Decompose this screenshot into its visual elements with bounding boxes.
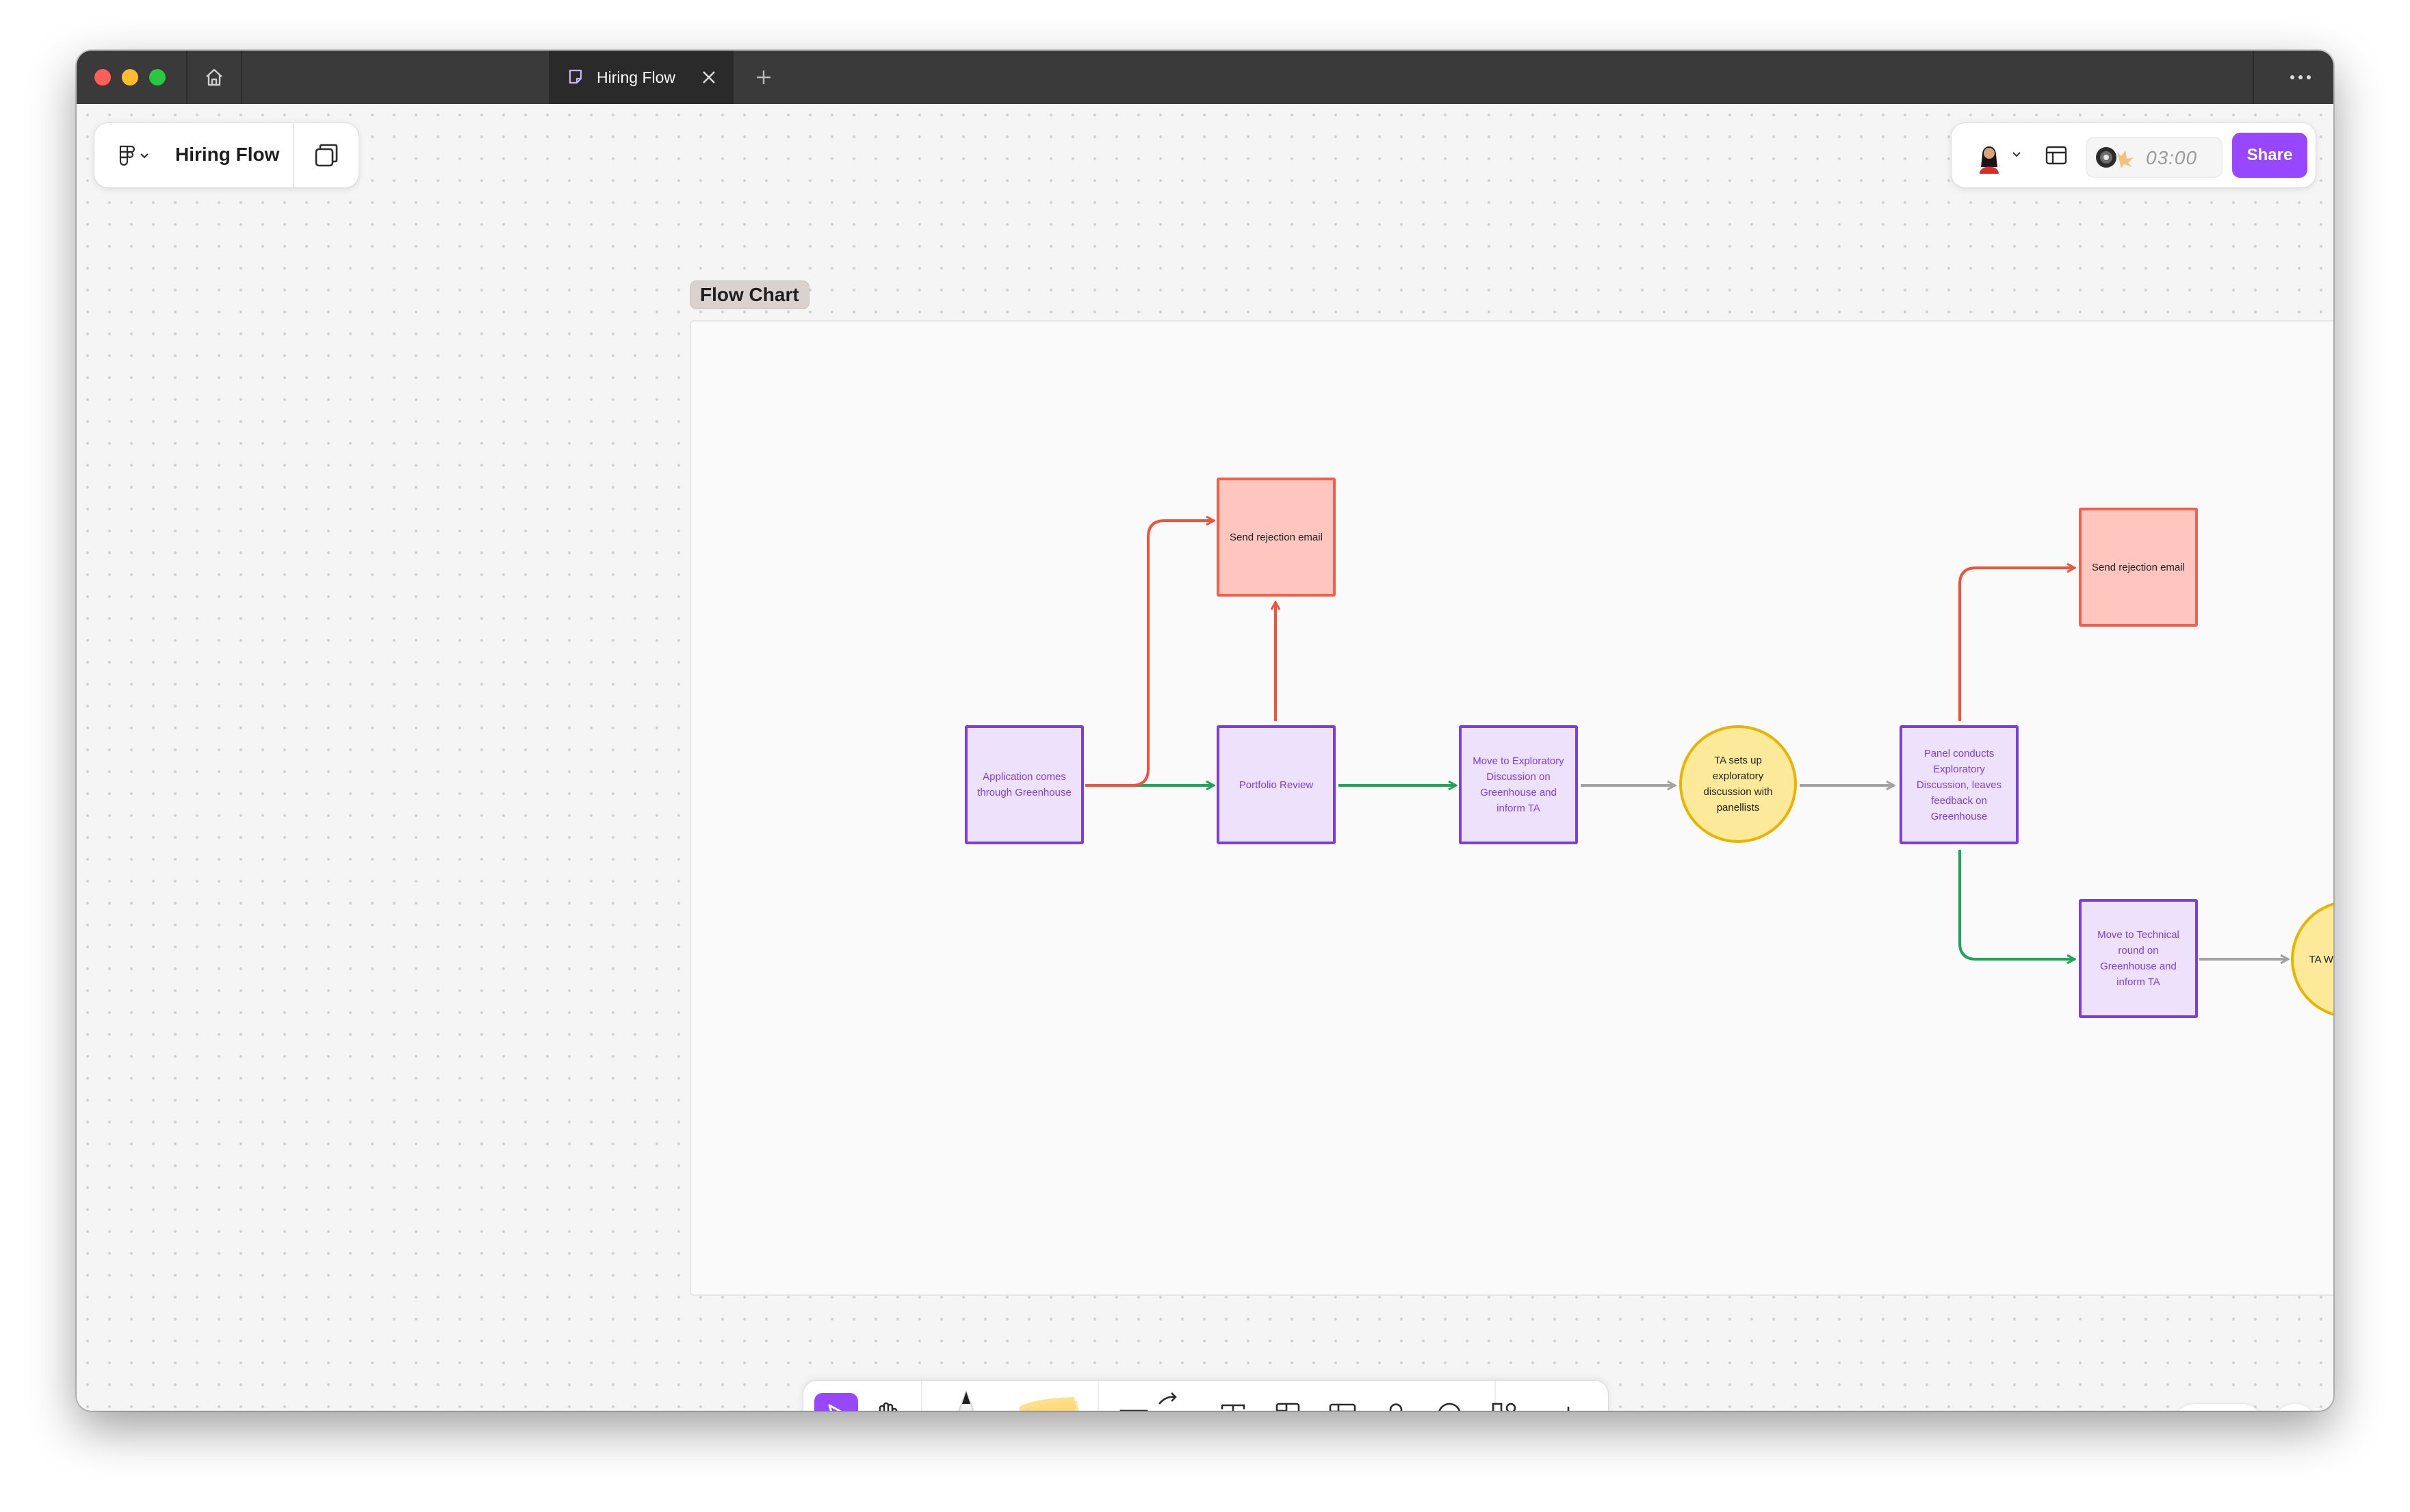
zoom-controls bbox=[2173, 1404, 2264, 1411]
ellipsis-icon[interactable] bbox=[2288, 68, 2313, 87]
shapes-icon[interactable] bbox=[1114, 1390, 1189, 1411]
table-tool-icon[interactable] bbox=[1326, 1398, 1359, 1411]
node-ta-setup[interactable]: TA sets up exploratory discussion with p… bbox=[1679, 725, 1797, 843]
figjam-file-icon bbox=[569, 69, 582, 84]
titlebar-divider bbox=[186, 51, 187, 104]
more-tools-icon[interactable] bbox=[1488, 1398, 1520, 1411]
comment-icon[interactable] bbox=[1434, 1398, 1467, 1411]
minimize-window-button[interactable] bbox=[122, 69, 138, 86]
titlebar-divider bbox=[241, 51, 242, 104]
bottom-toolbar bbox=[803, 1381, 1608, 1411]
cursor-icon bbox=[828, 1404, 842, 1411]
sticky-note-icon[interactable] bbox=[1006, 1393, 1091, 1411]
title-bar: Hiring Flow bbox=[77, 51, 2333, 104]
node-technical-move[interactable]: Move to Technical round on Greenhouse an… bbox=[2079, 899, 2198, 1018]
node-portfolio-review[interactable]: Portfolio Review bbox=[1217, 725, 1336, 844]
hand-icon[interactable] bbox=[866, 1394, 907, 1411]
node-application[interactable]: Application comes through Greenhouse bbox=[965, 725, 1084, 844]
arrow-panel-to-technical[interactable] bbox=[1958, 850, 2075, 959]
titlebar-divider bbox=[2253, 51, 2254, 104]
canvas[interactable]: Hiring Flow 03:00 Share Flow Chart Appli… bbox=[77, 104, 2333, 1411]
toolbar-divider bbox=[921, 1381, 922, 1411]
marker-pen-icon[interactable] bbox=[940, 1389, 992, 1411]
home-icon[interactable] bbox=[203, 66, 226, 89]
node-exploratory-move[interactable]: Move to Exploratory Discussion on Greenh… bbox=[1459, 725, 1578, 844]
plus-icon[interactable] bbox=[1555, 1401, 1582, 1411]
section-tool-icon[interactable] bbox=[1271, 1398, 1304, 1411]
toolbar-divider bbox=[1098, 1381, 1099, 1411]
tab-label: Hiring Flow bbox=[597, 68, 676, 86]
node-rejection-2[interactable]: Send rejection email bbox=[2079, 508, 2198, 627]
maximize-window-button[interactable] bbox=[149, 69, 166, 86]
tab-hiring-flow[interactable]: Hiring Flow bbox=[549, 51, 734, 104]
close-icon[interactable] bbox=[701, 69, 717, 86]
app-window: Hiring Flow Hiring Flow 03:00 Share Flow… bbox=[77, 51, 2333, 1411]
arrow-panel-to-rejection[interactable] bbox=[1958, 568, 2075, 721]
plus-icon[interactable] bbox=[754, 68, 773, 87]
stamp-icon[interactable] bbox=[1379, 1398, 1412, 1411]
node-rejection-1[interactable]: Send rejection email bbox=[1217, 478, 1336, 597]
close-window-button[interactable] bbox=[94, 69, 111, 86]
node-panel-discussion[interactable]: Panel conducts Exploratory Discussion, l… bbox=[1900, 725, 2019, 844]
text-tool-icon[interactable] bbox=[1217, 1398, 1249, 1411]
arrow-application-to-rejection[interactable] bbox=[1085, 521, 1214, 787]
select-tool[interactable] bbox=[814, 1393, 858, 1411]
